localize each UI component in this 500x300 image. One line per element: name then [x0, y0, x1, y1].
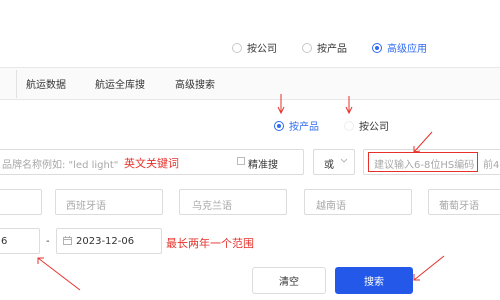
clear-button[interactable]: 清空	[252, 267, 326, 294]
annotation-arrow-icon	[413, 131, 433, 153]
language-spanish: 西班牙语	[66, 201, 106, 212]
search-by-product-radio[interactable]: 按产品	[274, 118, 319, 133]
language-input[interactable]	[0, 189, 42, 215]
radio-circle-icon	[302, 42, 312, 53]
tab-full-search[interactable]: 航运全库搜	[95, 76, 145, 91]
radio-selected-icon	[274, 120, 284, 131]
search-by-company-radio[interactable]: 按公司	[344, 118, 389, 133]
exact-search-label: 精准搜	[248, 160, 278, 171]
radio-label: 按公司	[247, 44, 277, 55]
keyword-annotation: 英文关键词	[124, 157, 179, 170]
operator-select[interactable]	[313, 149, 355, 175]
annotation-arrow-icon	[345, 96, 353, 115]
chevron-down-icon	[340, 158, 348, 163]
radio-by-product[interactable]: 按产品	[302, 40, 347, 55]
calendar-icon	[63, 236, 72, 245]
radio-label: 按产品	[317, 44, 347, 55]
date-range-annotation: 最长两年一个范围	[166, 237, 254, 250]
annotation-arrow-icon	[37, 257, 81, 291]
annotation-arrow-icon	[413, 255, 445, 281]
date-separator: -	[46, 236, 50, 247]
divider	[0, 99, 500, 100]
tab-shipping-data[interactable]: 航运数据	[26, 76, 66, 91]
operator-value: 或	[324, 160, 334, 171]
radio-circle-icon	[344, 120, 354, 131]
radio-selected-icon	[372, 42, 382, 53]
tab-advanced-search[interactable]: 高级搜索	[175, 76, 215, 91]
language-portuguese: 葡萄牙语	[439, 201, 479, 212]
radio-label: 高级应用	[387, 44, 427, 55]
search-button[interactable]: 搜索	[335, 267, 413, 294]
keyword-placeholder: 品牌名称例如: "led light"	[2, 160, 119, 171]
radio-advanced[interactable]: 高级应用	[372, 40, 427, 55]
date-end-value: 2023-12-06	[76, 236, 135, 247]
radio-by-company[interactable]: 按公司	[232, 40, 277, 55]
radio-label: 按公司	[359, 122, 389, 133]
hs-code-placeholder: 建议输入6-8位HS编码	[374, 160, 475, 171]
hs-code-extra: 前4	[483, 160, 500, 171]
tab-separator	[16, 70, 17, 98]
language-vietnamese: 越南语	[316, 201, 346, 212]
exact-search-checkbox[interactable]	[237, 157, 245, 165]
tab-bar	[0, 67, 500, 100]
annotation-arrow-icon	[277, 94, 285, 115]
radio-circle-icon	[232, 42, 242, 53]
divider	[0, 67, 500, 68]
language-ukrainian: 乌克兰语	[192, 201, 232, 212]
radio-label: 按产品	[289, 122, 319, 133]
date-start-value: 6	[1, 236, 8, 247]
